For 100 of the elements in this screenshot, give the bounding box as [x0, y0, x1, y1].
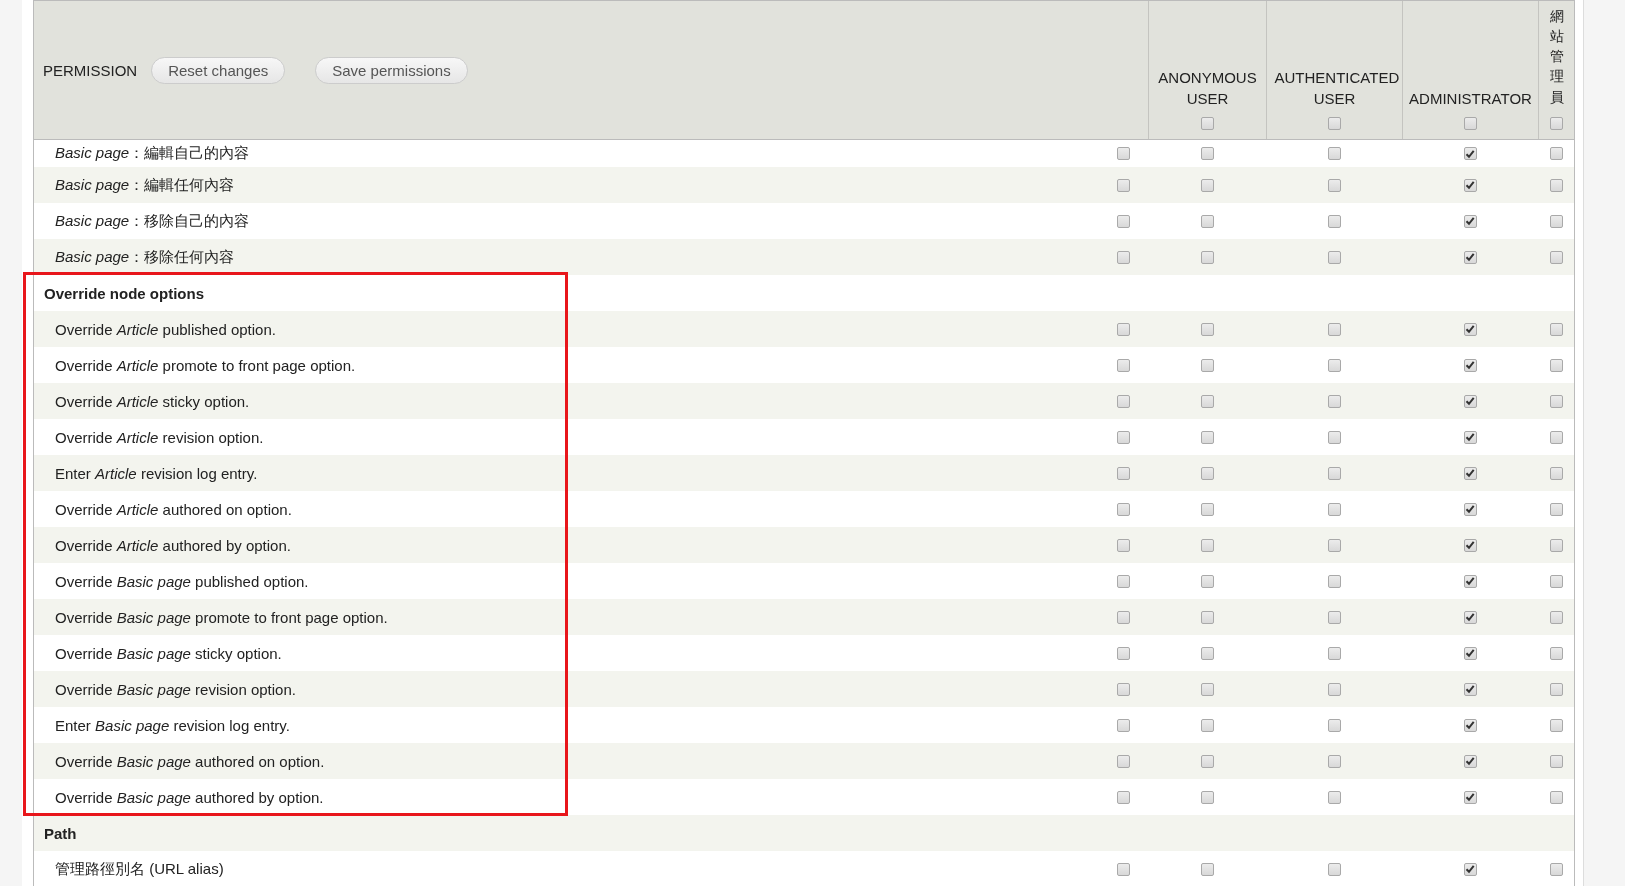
checkbox[interactable]: [1116, 147, 1130, 160]
checkbox[interactable]: [1549, 682, 1563, 696]
checkbox[interactable]: [1327, 574, 1341, 588]
checkbox[interactable]: [1200, 754, 1214, 768]
checkbox[interactable]: [1201, 117, 1214, 130]
checkbox[interactable]: [1463, 538, 1477, 552]
checkbox[interactable]: [1327, 178, 1341, 192]
checkbox[interactable]: [1549, 718, 1563, 732]
checkbox[interactable]: [1549, 322, 1563, 336]
checkbox[interactable]: [1200, 682, 1214, 696]
checkbox[interactable]: [1549, 430, 1563, 444]
checkbox[interactable]: [1200, 178, 1214, 192]
checkbox[interactable]: [1549, 214, 1563, 228]
checkbox[interactable]: [1328, 117, 1341, 130]
checkbox[interactable]: [1116, 754, 1130, 768]
checkbox[interactable]: [1550, 117, 1563, 130]
checkbox[interactable]: [1200, 214, 1214, 228]
checkbox[interactable]: [1200, 538, 1214, 552]
checkbox[interactable]: [1200, 646, 1214, 660]
checkbox[interactable]: [1200, 610, 1214, 624]
checkbox[interactable]: [1463, 250, 1477, 264]
checkbox[interactable]: [1549, 394, 1563, 408]
checkbox[interactable]: [1200, 430, 1214, 444]
checkbox[interactable]: [1463, 502, 1477, 516]
checkbox[interactable]: [1327, 646, 1341, 660]
checkbox[interactable]: [1463, 322, 1477, 336]
checkbox[interactable]: [1116, 250, 1130, 264]
checkbox[interactable]: [1116, 466, 1130, 480]
checkbox[interactable]: [1463, 862, 1477, 876]
checkbox[interactable]: [1200, 147, 1214, 160]
checkbox[interactable]: [1200, 466, 1214, 480]
checkbox[interactable]: [1327, 466, 1341, 480]
checkbox[interactable]: [1549, 178, 1563, 192]
checkbox[interactable]: [1463, 147, 1477, 160]
checkbox[interactable]: [1116, 790, 1130, 804]
checkbox[interactable]: [1116, 394, 1130, 408]
checkbox[interactable]: [1464, 117, 1477, 130]
checkbox[interactable]: [1549, 358, 1563, 372]
checkbox[interactable]: [1200, 358, 1214, 372]
checkbox[interactable]: [1463, 574, 1477, 588]
checkbox[interactable]: [1549, 610, 1563, 624]
checkbox[interactable]: [1327, 718, 1341, 732]
checkbox[interactable]: [1549, 754, 1563, 768]
checkbox[interactable]: [1463, 178, 1477, 192]
checkbox[interactable]: [1463, 754, 1477, 768]
checkbox[interactable]: [1200, 322, 1214, 336]
checkbox[interactable]: [1116, 610, 1130, 624]
checkbox[interactable]: [1463, 214, 1477, 228]
checkbox[interactable]: [1327, 322, 1341, 336]
checkbox[interactable]: [1549, 250, 1563, 264]
checkbox[interactable]: [1327, 502, 1341, 516]
checkbox[interactable]: [1327, 147, 1341, 160]
checkbox[interactable]: [1463, 430, 1477, 444]
checkbox[interactable]: [1116, 718, 1130, 732]
checkbox[interactable]: [1116, 178, 1130, 192]
checkbox[interactable]: [1463, 466, 1477, 480]
checkbox[interactable]: [1327, 790, 1341, 804]
checkbox[interactable]: [1327, 754, 1341, 768]
checkbox[interactable]: [1463, 718, 1477, 732]
checkbox[interactable]: [1200, 394, 1214, 408]
checkbox[interactable]: [1200, 718, 1214, 732]
checkbox[interactable]: [1116, 430, 1130, 444]
checkbox[interactable]: [1463, 790, 1477, 804]
checkbox[interactable]: [1549, 574, 1563, 588]
checkbox[interactable]: [1327, 862, 1341, 876]
checkbox[interactable]: [1116, 214, 1130, 228]
checkbox[interactable]: [1549, 862, 1563, 876]
checkbox[interactable]: [1200, 790, 1214, 804]
checkbox[interactable]: [1327, 430, 1341, 444]
checkbox[interactable]: [1463, 646, 1477, 660]
checkbox[interactable]: [1116, 862, 1130, 876]
checkbox[interactable]: [1327, 394, 1341, 408]
checkbox[interactable]: [1200, 862, 1214, 876]
checkbox[interactable]: [1116, 358, 1130, 372]
checkbox[interactable]: [1116, 322, 1130, 336]
checkbox[interactable]: [1116, 574, 1130, 588]
checkbox[interactable]: [1463, 358, 1477, 372]
checkbox[interactable]: [1200, 574, 1214, 588]
checkbox[interactable]: [1463, 610, 1477, 624]
checkbox[interactable]: [1327, 682, 1341, 696]
checkbox[interactable]: [1200, 502, 1214, 516]
checkbox[interactable]: [1327, 610, 1341, 624]
checkbox[interactable]: [1327, 538, 1341, 552]
reset-button[interactable]: Reset changes: [151, 56, 286, 84]
checkbox[interactable]: [1549, 538, 1563, 552]
save-button[interactable]: Save permissions: [315, 56, 468, 84]
checkbox[interactable]: [1549, 646, 1563, 660]
checkbox[interactable]: [1463, 394, 1477, 408]
checkbox[interactable]: [1200, 250, 1214, 264]
checkbox[interactable]: [1116, 682, 1130, 696]
checkbox[interactable]: [1549, 147, 1563, 160]
checkbox[interactable]: [1549, 466, 1563, 480]
checkbox[interactable]: [1327, 250, 1341, 264]
checkbox[interactable]: [1549, 790, 1563, 804]
checkbox[interactable]: [1549, 502, 1563, 516]
checkbox[interactable]: [1327, 358, 1341, 372]
checkbox[interactable]: [1116, 538, 1130, 552]
checkbox[interactable]: [1463, 682, 1477, 696]
checkbox[interactable]: [1116, 646, 1130, 660]
checkbox[interactable]: [1327, 214, 1341, 228]
